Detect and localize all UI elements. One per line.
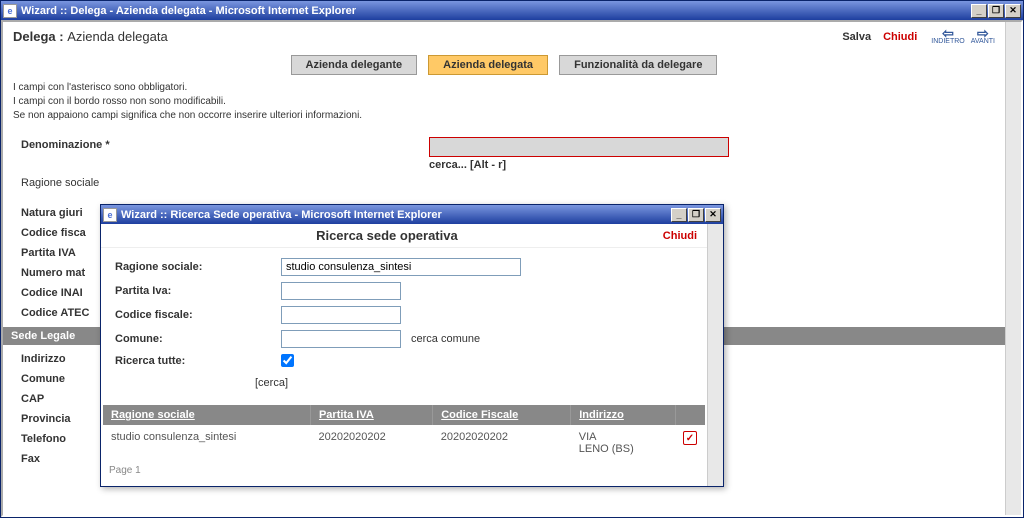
results-table: Ragione sociale Partita IVA Codice Fisca… <box>103 405 705 461</box>
denominazione-label: Denominazione * <box>21 137 429 151</box>
dlg-partita-iva-label: Partita Iva: <box>115 285 281 297</box>
dialog-close-window-button[interactable]: ✕ <box>705 208 721 222</box>
close-window-button[interactable]: ✕ <box>1005 4 1021 18</box>
th-indirizzo[interactable]: Indirizzo <box>571 405 675 425</box>
cerca-link[interactable]: [cerca] <box>115 373 693 399</box>
ragione-sociale-label: Ragione sociale <box>21 177 987 189</box>
arrow-right-icon: ⇨ <box>977 28 989 38</box>
main-titlebar: e Wizard :: Delega - Azienda delegata - … <box>1 1 1023 20</box>
back-button[interactable]: ⇦ INDIETRO <box>931 28 964 45</box>
th-select <box>675 405 705 425</box>
cell-partita-iva: 20202020202 <box>310 425 432 461</box>
pager: Page 1 <box>101 461 707 486</box>
page-header: Delega : Azienda delegata Salva Chiudi ⇦… <box>3 22 1005 51</box>
main-scrollbar[interactable] <box>1005 22 1021 515</box>
minimize-button[interactable]: _ <box>971 4 987 18</box>
dlg-ragione-sociale-label: Ragione sociale: <box>115 261 281 273</box>
cerca-hint[interactable]: cerca... [Alt - r] <box>429 159 729 171</box>
help-text: I campi con l'asterisco sono obbligatori… <box>3 81 1005 133</box>
select-row-icon[interactable]: ✓ <box>683 431 697 445</box>
cell-codice-fiscale: 20202020202 <box>433 425 571 461</box>
dialog-title: Ricerca sede operativa <box>111 228 663 243</box>
page-heading: Delega : <box>13 29 64 44</box>
wizard-tabs: Azienda delegante Azienda delegata Funzi… <box>3 51 1005 81</box>
restore-button[interactable]: ❐ <box>988 4 1004 18</box>
dlg-ragione-sociale-input[interactable] <box>281 258 521 276</box>
table-row: studio consulenza_sintesi 20202020202 20… <box>103 425 705 461</box>
window-title: Wizard :: Delega - Azienda delegata - Mi… <box>21 5 971 17</box>
th-ragione-sociale[interactable]: Ragione sociale <box>103 405 310 425</box>
cerca-comune-link[interactable]: cerca comune <box>411 333 480 345</box>
dlg-comune-input[interactable] <box>281 330 401 348</box>
dialog-window-title: Wizard :: Ricerca Sede operativa - Micro… <box>121 209 671 221</box>
cell-ragione-sociale: studio consulenza_sintesi <box>103 425 310 461</box>
dialog-scrollbar[interactable] <box>707 224 723 486</box>
tab-delegata[interactable]: Azienda delegata <box>428 55 548 75</box>
search-dialog: e Wizard :: Ricerca Sede operativa - Mic… <box>100 204 724 487</box>
save-button[interactable]: Salva <box>842 31 871 43</box>
dialog-minimize-button[interactable]: _ <box>671 208 687 222</box>
tab-delegante[interactable]: Azienda delegante <box>291 55 418 75</box>
dlg-comune-label: Comune: <box>115 333 281 345</box>
dlg-ricerca-tutte-checkbox[interactable] <box>281 354 294 367</box>
dialog-titlebar: e Wizard :: Ricerca Sede operativa - Mic… <box>101 205 723 224</box>
page-subheading: Azienda delegata <box>67 29 167 44</box>
th-codice-fiscale[interactable]: Codice Fiscale <box>433 405 571 425</box>
arrow-left-icon: ⇦ <box>942 28 954 38</box>
close-button[interactable]: Chiudi <box>883 31 917 43</box>
main-ie-window: e Wizard :: Delega - Azienda delegata - … <box>0 0 1024 518</box>
dlg-codice-fiscale-label: Codice fiscale: <box>115 309 281 321</box>
dlg-codice-fiscale-input[interactable] <box>281 306 401 324</box>
dialog-restore-button[interactable]: ❐ <box>688 208 704 222</box>
th-partita-iva[interactable]: Partita IVA <box>310 405 432 425</box>
dlg-ricerca-tutte-label: Ricerca tutte: <box>115 355 281 367</box>
tab-funzionalita[interactable]: Funzionalità da delegare <box>559 55 717 75</box>
forward-button[interactable]: ⇨ AVANTI <box>971 28 995 45</box>
dlg-partita-iva-input[interactable] <box>281 282 401 300</box>
ie-icon: e <box>103 208 117 222</box>
dialog-close-link[interactable]: Chiudi <box>663 230 697 242</box>
denominazione-input <box>429 137 729 157</box>
ie-icon: e <box>3 4 17 18</box>
cell-indirizzo: VIA LENO (BS) <box>571 425 675 461</box>
